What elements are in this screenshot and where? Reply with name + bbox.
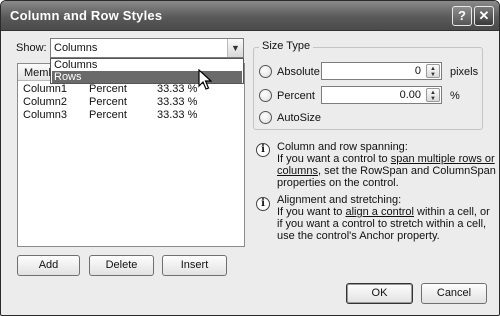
alignment-line-2: If you want to align a control within a … [277, 206, 491, 218]
spanning-line-4: properties on the control. [277, 177, 399, 189]
percent-value: 0.00 [399, 89, 421, 101]
size-type-group-label: Size Type [259, 40, 314, 52]
help-icon: ? [458, 8, 466, 23]
help-button[interactable]: ? [452, 6, 472, 26]
autosize-label[interactable]: AutoSize [277, 112, 321, 124]
info-icon: i [256, 197, 270, 211]
spanning-line-2: If you want a control to span multiple r… [277, 153, 495, 165]
autosize-radio[interactable] [259, 111, 272, 124]
row-value: 33.33 % [157, 96, 198, 108]
table-row[interactable]: Column2 Percent 33.33 % [22, 96, 236, 109]
option-rows[interactable]: Rows [52, 71, 242, 83]
row-size-type: Percent [89, 109, 127, 121]
dialog-title: Column and Row Styles [10, 8, 163, 23]
absolute-value-stepper[interactable]: 0 ▲ ▼ [321, 62, 442, 80]
chevron-down-icon[interactable]: ▼ [227, 39, 243, 57]
spanning-info: Column and row spanning: If you want a c… [277, 141, 496, 189]
span-rows-link[interactable]: span multiple rows or [391, 153, 495, 165]
alignment-text: If you want to [277, 206, 346, 218]
dialog-window: Column and Row Styles ? ✕ Show: Columns … [0, 0, 500, 316]
ok-button[interactable]: OK [346, 283, 413, 304]
add-button[interactable]: Add [17, 255, 80, 276]
spin-arrows-icon[interactable]: ▲ ▼ [426, 88, 440, 102]
alignment-line-3: if you want a control to stretch within … [277, 218, 487, 230]
option-columns[interactable]: Columns [52, 59, 242, 71]
row-size-type: Percent [89, 83, 127, 95]
alignment-info: Alignment and stretching: If you want to… [277, 194, 491, 242]
info-icon: i [256, 143, 270, 157]
percent-radio[interactable] [259, 89, 272, 102]
show-selected-value: Columns [54, 42, 98, 54]
title-bar: Column and Row Styles ? ✕ [1, 1, 499, 31]
percent-value-stepper[interactable]: 0.00 ▲ ▼ [321, 86, 442, 104]
percent-label[interactable]: Percent [277, 90, 315, 102]
row-size-type: Percent [89, 96, 127, 108]
spanning-text: , set the RowSpan and ColumnSpan [317, 165, 496, 177]
show-label: Show: [16, 42, 47, 54]
absolute-unit: pixels [450, 66, 479, 78]
row-member: Column3 [23, 109, 68, 121]
spanning-text: If you want a control to [277, 153, 391, 165]
cancel-button[interactable]: Cancel [421, 283, 487, 304]
table-row[interactable]: Column3 Percent 33.33 % [22, 109, 236, 122]
absolute-radio[interactable] [259, 65, 272, 78]
row-member: Column2 [23, 96, 68, 108]
row-member: Column1 [23, 83, 68, 95]
mouse-cursor-icon [198, 69, 212, 90]
absolute-value: 0 [414, 65, 421, 77]
row-value: 33.33 % [157, 83, 198, 95]
spanning-heading: Column and row spanning: [277, 141, 408, 153]
alignment-line-4: use the control's Anchor property. [277, 230, 440, 242]
absolute-label[interactable]: Absolute [277, 66, 320, 78]
percent-unit: % [450, 90, 460, 102]
show-options-list[interactable]: Columns Rows [50, 58, 244, 84]
close-icon: ✕ [478, 8, 490, 23]
spanning-line-3: columns, set the RowSpan and ColumnSpan [277, 165, 496, 177]
span-columns-link[interactable]: columns [277, 165, 318, 177]
align-control-link[interactable]: align a control [345, 206, 414, 218]
spin-arrows-icon[interactable]: ▲ ▼ [426, 64, 440, 78]
alignment-text: within a cell, or [413, 206, 490, 218]
row-value: 33.33 % [157, 109, 198, 121]
show-dropdown[interactable]: Columns ▼ [50, 38, 244, 58]
alignment-heading: Alignment and stretching: [277, 194, 402, 206]
insert-button[interactable]: Insert [162, 255, 227, 276]
delete-button[interactable]: Delete [89, 255, 154, 276]
close-button[interactable]: ✕ [474, 6, 494, 26]
